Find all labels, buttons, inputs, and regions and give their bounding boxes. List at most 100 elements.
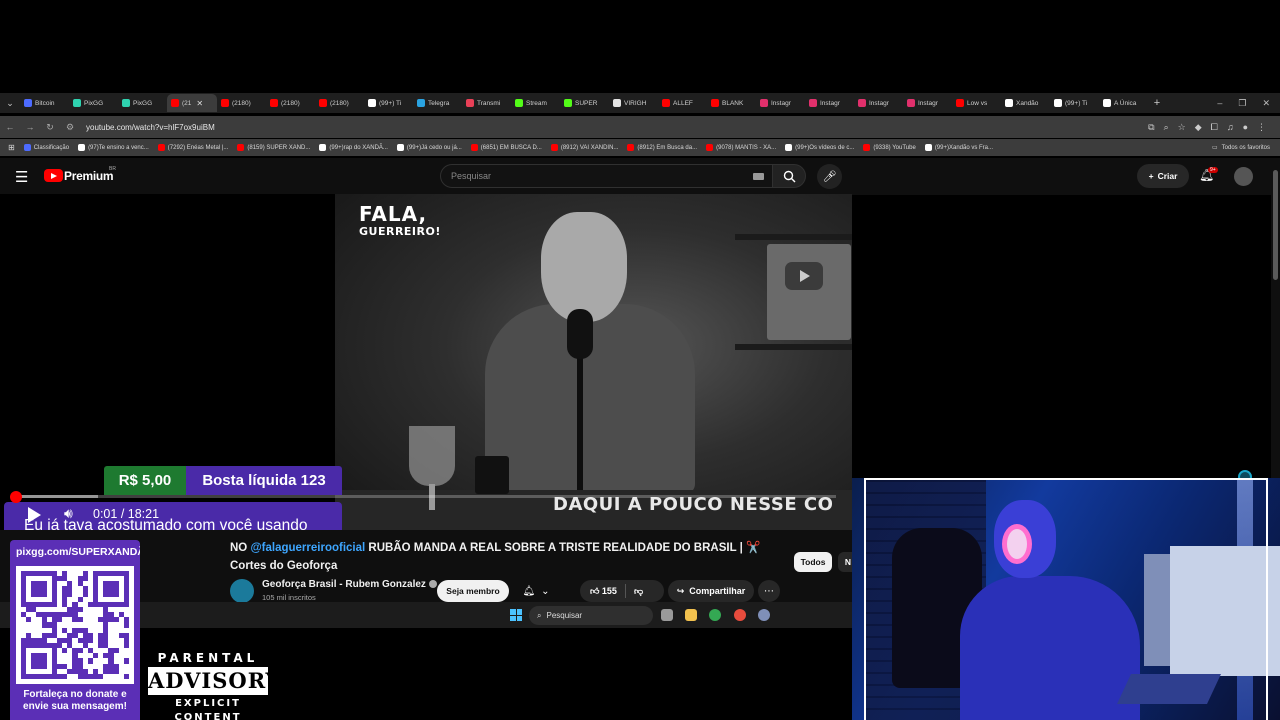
create-button[interactable]: + Criar (1137, 164, 1189, 188)
menu-hamburger-icon[interactable]: ☰ (15, 168, 28, 186)
time-display: 0:01 / 18:21 (93, 507, 159, 521)
browser-tab[interactable]: Low vs (952, 94, 1001, 112)
restore-icon[interactable]: ❐ (1238, 98, 1246, 109)
youtube-logo-icon[interactable] (44, 169, 63, 182)
browser-tab[interactable]: (2180) (217, 94, 266, 112)
install-icon[interactable]: ⧉ (1148, 122, 1154, 133)
voice-search-button[interactable]: 🎤︎ (817, 164, 842, 189)
search-icon: ⌕ (537, 610, 542, 620)
file-explorer-icon[interactable] (685, 609, 697, 621)
browser-tab[interactable]: Telegra (413, 94, 462, 112)
dislike-icon[interactable]: 👎︎ (634, 586, 643, 597)
bookmark-item[interactable]: (99+)Os vídeos de c... (785, 144, 854, 151)
qr-caption: Fortaleça no donate e envie sua mensagem… (10, 689, 140, 713)
browser-tab[interactable]: Instagr (805, 94, 854, 112)
tab-search-dropdown[interactable]: ⌄ (0, 93, 20, 113)
account-avatar[interactable] (1234, 167, 1253, 186)
zoom-icon[interactable]: ⌕ (1164, 122, 1169, 133)
profile-icon[interactable]: ● (1243, 122, 1248, 133)
title-mention-link[interactable]: @falaguerreirooficial (250, 542, 365, 554)
browser-tab[interactable]: SUPER (560, 94, 609, 112)
apps-grid-icon[interactable]: ⊞ (8, 143, 15, 152)
bookmark-star-icon[interactable]: ☆ (1178, 122, 1186, 133)
browser-tab[interactable]: Stream (511, 94, 560, 112)
browser-tab[interactable]: (2180) (315, 94, 364, 112)
settings-icon[interactable] (758, 609, 770, 621)
windows-start-icon[interactable] (510, 609, 522, 621)
bookmark-item[interactable]: (8912) Em Busca da... (627, 144, 697, 151)
progress-bar[interactable] (16, 495, 836, 498)
youtube-premium-label[interactable]: Premium (64, 169, 114, 183)
bookmark-item[interactable]: (9078) MANTIS - XA... (706, 144, 776, 151)
new-tab-button[interactable]: + (1148, 97, 1166, 109)
bookmark-item[interactable]: (9338) YouTube (863, 144, 916, 151)
bookmark-item[interactable]: Classificação (23, 144, 69, 151)
browser-tab[interactable]: (2180) (266, 94, 315, 112)
bookmark-item[interactable]: (7292) Enéas Metal |... (157, 144, 228, 151)
shelf (735, 234, 852, 240)
browser-tab[interactable]: Xandão (1001, 94, 1050, 112)
close-window-icon[interactable]: ✕ (1262, 98, 1270, 109)
bookmark-favicon-icon (785, 144, 793, 151)
browser-tab[interactable]: A Única (1099, 94, 1148, 112)
bookmark-item[interactable]: (99+)rap do XANDÃ... (319, 144, 388, 151)
bookmark-item[interactable]: (6851) EM BUSCA D... (470, 144, 542, 151)
browser-tab[interactable]: Transmi (462, 94, 511, 112)
browser-tab[interactable]: (21 ✕ (167, 94, 217, 112)
keyboard-icon[interactable] (753, 173, 764, 180)
browser-tab[interactable]: VIRIGH (609, 94, 658, 112)
bookmark-item[interactable]: (8159) SUPER XAND... (237, 144, 310, 151)
extensions-puzzle-icon[interactable]: ⧠ (1211, 122, 1218, 133)
browser-tab[interactable]: PixGG (69, 94, 118, 112)
browser-tab[interactable]: ALLEF (658, 94, 707, 112)
verified-icon (428, 580, 437, 589)
search-input[interactable]: Pesquisar (440, 164, 772, 188)
video-player[interactable]: FALA, GUERREIRO! DAQUI A POUCO NESSE CO … (0, 194, 852, 530)
browser-tab[interactable]: Bitcoin (20, 94, 69, 112)
site-info-icon[interactable]: ⚙ (60, 122, 80, 133)
browser-tab[interactable]: BLANK (707, 94, 756, 112)
like-button[interactable]: 👍︎ 155 (590, 586, 617, 597)
all-bookmarks[interactable]: ▭ Todos os favoritos (1212, 144, 1280, 152)
search-button[interactable] (772, 164, 806, 188)
back-icon[interactable]: ← (0, 122, 20, 132)
channel-avatar[interactable] (230, 579, 254, 603)
more-actions-button[interactable]: ⋯ (758, 580, 780, 602)
taskbar-search[interactable]: ⌕ Pesquisar (529, 606, 653, 625)
chip-all[interactable]: Todos (794, 552, 832, 572)
channel-name-row[interactable]: Geoforça Brasil - Rubem Gonzalez (262, 579, 437, 590)
browser-tab[interactable]: Instagr (854, 94, 903, 112)
channel-name[interactable]: Geoforça Brasil - Rubem Gonzalez (262, 579, 426, 590)
menu-dots-icon[interactable]: ⋮ (1257, 122, 1266, 133)
scrubber-handle[interactable] (10, 491, 22, 503)
volume-icon[interactable]: 🔊︎ (64, 505, 73, 522)
share-button[interactable]: ↪ Compartilhar (668, 580, 754, 602)
join-member-button[interactable]: Seja membro (437, 580, 509, 602)
browser-tab[interactable]: Instagr (903, 94, 952, 112)
browser-tab[interactable]: (99+) Ti (364, 94, 413, 112)
task-view-icon[interactable] (661, 609, 673, 621)
url-field[interactable]: youtube.com/watch?v=hlF7ox9uiBM (86, 123, 215, 132)
media-icon[interactable]: ♫ (1227, 122, 1234, 133)
subscribe-notification-button[interactable]: 🔔︎ ⌄ (516, 580, 556, 602)
tab-close-icon[interactable]: ✕ (196, 99, 203, 108)
bookmark-item[interactable]: (97)Te ensino a venc... (78, 144, 149, 151)
minimize-icon[interactable]: – (1217, 98, 1222, 109)
reload-icon[interactable]: ↻ (40, 122, 60, 133)
extension-icon[interactable]: ◆ (1195, 122, 1202, 133)
bookmark-item[interactable]: (8912) VAI XANDIN... (550, 144, 618, 151)
play-icon[interactable] (28, 507, 41, 523)
share-label: Compartilhar (689, 586, 746, 596)
browser-tab[interactable]: Instagr (756, 94, 805, 112)
scroll-thumb[interactable] (1273, 170, 1278, 280)
bookmark-item[interactable]: (99+)Já cedo ou já... (396, 144, 462, 151)
video-frame[interactable]: FALA, GUERREIRO! DAQUI A POUCO NESSE CO (335, 194, 852, 530)
forward-icon[interactable]: → (20, 122, 40, 132)
browser-tab[interactable]: PixGG (118, 94, 167, 112)
chevron-down-icon: ⌄ (541, 585, 550, 597)
app-icon[interactable] (734, 609, 746, 621)
bookmark-item[interactable]: (99+)Xandão vs Fra... (924, 144, 993, 151)
browser-tab[interactable]: (99+) Ti (1050, 94, 1099, 112)
advisory-middle: ADVISORY (148, 667, 282, 695)
chrome-icon[interactable] (709, 609, 721, 621)
